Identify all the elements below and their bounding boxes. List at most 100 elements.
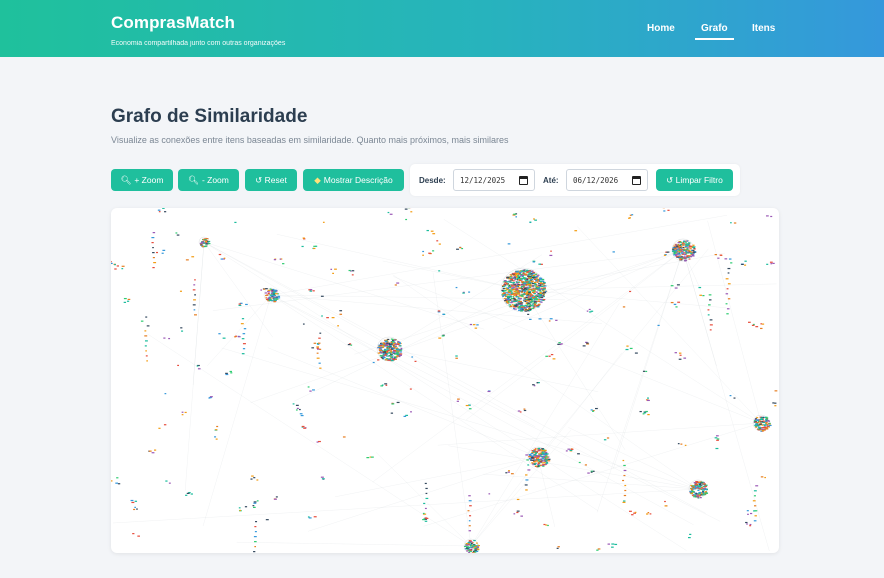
graph-node[interactable]	[629, 347, 633, 350]
graph-node[interactable]	[538, 297, 540, 299]
graph-node[interactable]	[686, 240, 689, 242]
graph-node[interactable]	[424, 520, 428, 522]
graph-node[interactable]	[300, 414, 304, 417]
graph-node[interactable]	[642, 370, 646, 372]
graph-node[interactable]	[185, 494, 188, 496]
graph-node[interactable]	[229, 370, 232, 373]
graph-node[interactable]	[503, 294, 506, 296]
graph-node[interactable]	[516, 511, 519, 514]
graph-node[interactable]	[145, 350, 147, 352]
graph-node[interactable]	[514, 279, 517, 281]
graph-node[interactable]	[510, 277, 512, 279]
graph-node[interactable]	[516, 290, 519, 292]
graph-node[interactable]	[438, 270, 441, 272]
graph-node[interactable]	[394, 284, 397, 286]
graph-node[interactable]	[507, 299, 511, 301]
graph-node[interactable]	[677, 443, 680, 445]
graph-node[interactable]	[570, 448, 574, 450]
graph-node[interactable]	[473, 547, 477, 549]
graph-node[interactable]	[242, 333, 246, 335]
graph-node[interactable]	[634, 511, 637, 513]
graph-node[interactable]	[507, 471, 510, 473]
graph-node[interactable]	[194, 314, 197, 316]
graph-node[interactable]	[202, 241, 205, 243]
to-date-input[interactable]: 06/12/2026	[566, 169, 648, 191]
graph-node[interactable]	[657, 324, 660, 327]
graph-node[interactable]	[390, 343, 393, 345]
graph-node[interactable]	[146, 325, 150, 327]
graph-node[interactable]	[687, 243, 690, 245]
graph-node[interactable]	[560, 343, 563, 345]
graph-node[interactable]	[694, 494, 697, 496]
graph-node[interactable]	[488, 493, 491, 495]
graph-node[interactable]	[533, 303, 537, 306]
graph-node[interactable]	[587, 472, 590, 474]
graph-node[interactable]	[516, 286, 519, 288]
graph-node[interactable]	[696, 482, 699, 484]
graph-node[interactable]	[377, 347, 381, 349]
graph-node[interactable]	[532, 303, 534, 305]
graph-node[interactable]	[515, 283, 519, 285]
graph-node[interactable]	[508, 292, 510, 294]
graph-node[interactable]	[663, 210, 666, 212]
graph-node[interactable]	[168, 337, 171, 340]
graph-node[interactable]	[152, 257, 155, 259]
graph-node[interactable]	[425, 487, 428, 490]
graph-node[interactable]	[538, 449, 541, 451]
graph-node[interactable]	[694, 485, 697, 487]
graph-node[interactable]	[533, 281, 537, 284]
graph-node[interactable]	[544, 292, 547, 294]
graph-node[interactable]	[574, 230, 578, 232]
graph-node[interactable]	[263, 288, 266, 290]
graph-node[interactable]	[513, 213, 517, 215]
graph-node[interactable]	[203, 239, 207, 241]
graph-node[interactable]	[673, 252, 676, 255]
graph-node[interactable]	[238, 304, 242, 307]
graph-node[interactable]	[310, 289, 313, 291]
graph-node[interactable]	[542, 283, 545, 285]
graph-node[interactable]	[541, 295, 544, 297]
graph-node[interactable]	[535, 294, 538, 296]
graph-node[interactable]	[197, 368, 201, 370]
graph-node[interactable]	[525, 308, 527, 310]
graph-node[interactable]	[533, 299, 536, 301]
graph-node[interactable]	[265, 297, 268, 299]
graph-node[interactable]	[745, 521, 748, 524]
graph-node[interactable]	[678, 352, 682, 354]
graph-node[interactable]	[519, 411, 522, 413]
graph-node[interactable]	[152, 267, 155, 269]
graph-node[interactable]	[301, 245, 304, 248]
graph-node[interactable]	[592, 410, 595, 412]
graph-node[interactable]	[530, 452, 534, 455]
graph-node[interactable]	[384, 345, 387, 347]
graph-node[interactable]	[192, 289, 196, 291]
graph-node[interactable]	[191, 256, 195, 258]
graph-node[interactable]	[466, 546, 469, 548]
graph-node[interactable]	[395, 343, 398, 345]
graph-node[interactable]	[472, 544, 476, 546]
graph-node[interactable]	[457, 398, 460, 400]
graph-node[interactable]	[634, 352, 638, 354]
graph-node[interactable]	[623, 464, 626, 467]
graph-node[interactable]	[316, 346, 319, 348]
graph-node[interactable]	[525, 479, 529, 481]
graph-node[interactable]	[525, 489, 528, 491]
graph-node[interactable]	[715, 435, 719, 437]
graph-node[interactable]	[267, 289, 271, 291]
graph-node[interactable]	[151, 237, 155, 239]
graph-node[interactable]	[531, 307, 535, 309]
graph-node[interactable]	[550, 353, 554, 356]
graph-node[interactable]	[317, 342, 321, 344]
graph-node[interactable]	[153, 262, 157, 264]
graph-node[interactable]	[337, 325, 340, 327]
graph-node[interactable]	[185, 259, 189, 261]
graph-node[interactable]	[533, 297, 536, 300]
graph-node[interactable]	[577, 453, 580, 455]
graph-node[interactable]	[430, 230, 434, 232]
graph-node[interactable]	[394, 356, 397, 358]
graph-node[interactable]	[522, 305, 526, 307]
nav-itens[interactable]: Itens	[752, 23, 775, 34]
graph-node[interactable]	[586, 342, 589, 344]
graph-node[interactable]	[513, 276, 516, 278]
graph-node[interactable]	[523, 293, 526, 295]
